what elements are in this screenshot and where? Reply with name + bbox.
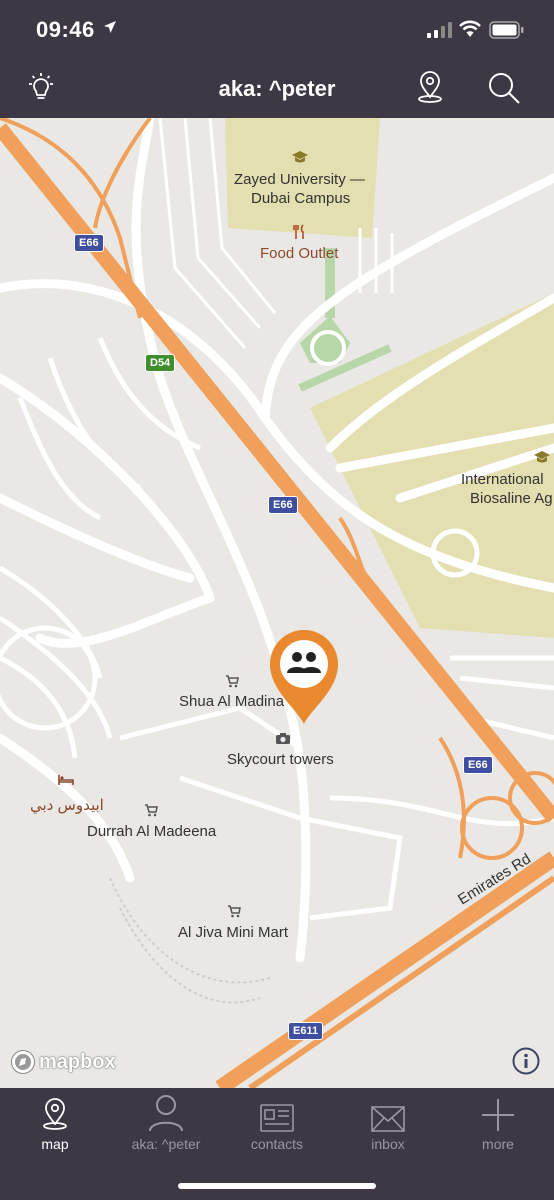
mapbox-logo-icon bbox=[11, 1050, 35, 1074]
attribution-info-button[interactable] bbox=[512, 1047, 540, 1080]
group-location-marker[interactable] bbox=[270, 630, 338, 731]
road-shield-e66: E66 bbox=[268, 496, 298, 514]
info-icon bbox=[512, 1047, 540, 1075]
signal-icon bbox=[427, 22, 452, 38]
place-label-al-jiva-mini-mart: Al Jiva Mini Mart bbox=[178, 924, 289, 941]
tab-contacts[interactable]: contacts bbox=[222, 1088, 332, 1164]
place-label-biosaline: Biosaline Ag bbox=[470, 490, 553, 507]
clock: 09:46 bbox=[36, 17, 95, 42]
plus-icon bbox=[482, 1099, 514, 1131]
mapbox-wordmark: mapbox bbox=[39, 1050, 116, 1073]
place-label-zayed-university: Zayed University — bbox=[234, 171, 365, 188]
camera-icon bbox=[276, 733, 290, 744]
place-label-ibis-dubai: ابيدوس دبي bbox=[30, 797, 104, 814]
graduation-cap-icon bbox=[534, 451, 550, 463]
location-button[interactable] bbox=[410, 68, 450, 108]
nav-bar: aka: ^peter bbox=[0, 62, 554, 118]
road-shield-e66: E66 bbox=[74, 234, 104, 252]
bed-icon bbox=[58, 775, 74, 785]
tab-more[interactable]: more bbox=[443, 1088, 553, 1164]
location-pin-icon bbox=[418, 71, 442, 103]
road-shield-e611: E611 bbox=[288, 1022, 324, 1040]
tab-inbox[interactable]: inbox bbox=[333, 1088, 443, 1164]
road-shield-e66: E66 bbox=[463, 756, 493, 774]
tab-label: inbox bbox=[371, 1136, 405, 1152]
envelope-icon bbox=[371, 1106, 405, 1132]
search-icon bbox=[489, 73, 520, 104]
road-shield-d54: D54 bbox=[145, 354, 176, 372]
location-arrow-icon bbox=[104, 21, 116, 33]
tab-label: map bbox=[41, 1136, 69, 1152]
place-label-shua-al-madina: Shua Al Madina bbox=[179, 693, 285, 710]
person-icon bbox=[149, 1095, 183, 1132]
status-bar: 09:46 bbox=[0, 0, 554, 62]
home-indicator[interactable] bbox=[178, 1183, 376, 1189]
tab-map[interactable]: map bbox=[0, 1088, 110, 1164]
map-view[interactable]: E66 D54 E66 E66 E611 Zayed University — … bbox=[0, 118, 554, 1088]
restaurant-icon bbox=[293, 224, 304, 239]
shopping-cart-icon bbox=[226, 675, 239, 688]
contacts-card-icon bbox=[260, 1104, 294, 1132]
map-marker-icon bbox=[270, 630, 338, 724]
tab-label: contacts bbox=[250, 1136, 304, 1152]
map-base-layer bbox=[0, 118, 554, 1088]
place-label-durrah-al-madeena: Durrah Al Madeena bbox=[87, 823, 217, 840]
tab-label: aka: ^peter bbox=[131, 1136, 201, 1152]
place-label-zayed-campus: Dubai Campus bbox=[251, 190, 351, 207]
wifi-icon bbox=[459, 20, 481, 37]
graduation-cap-icon bbox=[292, 151, 308, 163]
mapbox-logo[interactable]: mapbox bbox=[10, 1049, 116, 1075]
place-label-food-outlet: Food Outlet bbox=[260, 245, 339, 262]
tab-label: more bbox=[482, 1136, 514, 1152]
page-title: aka: ^peter bbox=[218, 76, 336, 101]
shopping-cart-icon bbox=[228, 905, 241, 918]
place-label-international: International bbox=[461, 471, 544, 488]
tab-profile[interactable]: aka: ^peter bbox=[111, 1088, 221, 1164]
shopping-cart-icon bbox=[145, 804, 158, 817]
search-button[interactable] bbox=[484, 68, 524, 108]
battery-icon bbox=[489, 21, 524, 39]
map-pin-icon bbox=[43, 1098, 67, 1130]
place-label-skycourt-towers: Skycourt towers bbox=[227, 751, 334, 768]
